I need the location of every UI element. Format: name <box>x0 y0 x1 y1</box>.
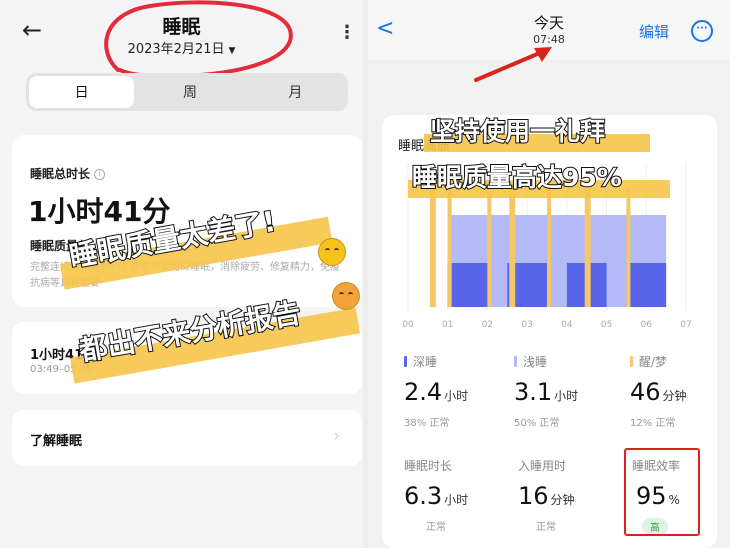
x-tick-label: 06 <box>641 320 653 330</box>
deep-value: 2.4 <box>404 378 443 406</box>
total-label: 睡眠总时长 <box>30 167 91 181</box>
overlay-caption-4: 睡眠质量高达95% <box>411 162 623 193</box>
right-screenshot: < 今天 07:48 编辑 ··· 睡眠高质 0001020304050607 … <box>368 0 730 548</box>
angry-emoji-icon <box>332 282 360 310</box>
date-selector[interactable]: 2023年2月21日 ▼ <box>0 38 363 57</box>
x-tick-label: 05 <box>601 320 612 330</box>
stat-fall-asleep: 入睡用时 16 分钟 正常 <box>518 457 628 533</box>
deep-label: 深睡 <box>413 355 438 369</box>
fall-asleep-value: 16 <box>518 482 549 510</box>
rem-unit: 分钟 <box>662 389 687 403</box>
date-text: 2023年2月21日 <box>127 42 225 57</box>
light-value: 3.1 <box>514 378 553 406</box>
chevron-right-icon: › <box>333 426 340 445</box>
edit-button[interactable]: 编辑 <box>639 21 669 42</box>
learn-sleep-card[interactable]: 了解睡眠 › <box>12 410 362 466</box>
caret-down-icon: ▼ <box>228 46 236 56</box>
duration-label: 睡眠时长 <box>404 459 453 473</box>
red-box-annotation <box>624 448 700 536</box>
stat-rem: 醒/梦 46 分钟 12% 正常 <box>630 353 730 429</box>
rem-bar <box>626 187 631 307</box>
deep-sleep-bar <box>626 263 667 307</box>
rem-bar <box>547 187 551 307</box>
rem-legend-swatch <box>630 356 633 367</box>
rem-bar <box>584 187 591 307</box>
x-tick-label: 01 <box>442 320 453 330</box>
rem-bar <box>447 187 452 307</box>
stat-duration: 睡眠时长 6.3 小时 正常 <box>404 457 514 533</box>
total-label-row: 睡眠总时长 i <box>30 165 106 182</box>
rem-sub: 12% 正常 <box>630 418 676 429</box>
rem-bar <box>429 187 436 307</box>
x-tick-label: 04 <box>561 320 573 330</box>
rem-bar <box>487 187 492 307</box>
deep-legend-swatch <box>404 356 407 367</box>
x-tick-label: 03 <box>521 320 532 330</box>
stat-deep: 深睡 2.4 小时 38% 正常 <box>404 353 514 429</box>
deep-sub: 38% 正常 <box>404 418 450 429</box>
info-icon[interactable]: i <box>94 169 106 180</box>
laughing-emoji-icon <box>318 238 346 266</box>
period-tabs: 日 周 月 <box>26 73 348 111</box>
light-unit: 小时 <box>554 389 579 403</box>
duration-value: 6.3 <box>404 482 443 510</box>
light-sub: 50% 正常 <box>514 418 560 429</box>
more-horizontal-icon[interactable]: ··· <box>691 20 713 42</box>
x-tick-label: 00 <box>402 320 414 330</box>
x-tick-label: 02 <box>482 320 493 330</box>
overlay-caption-3: 坚持使用一礼拜 <box>429 116 606 147</box>
page-title: 睡眠 <box>162 16 201 38</box>
light-label: 浅睡 <box>523 355 548 369</box>
fall-asleep-label: 入睡用时 <box>518 459 567 473</box>
deep-unit: 小时 <box>444 389 469 403</box>
left-screenshot: ← 睡眠 2023年2月21日 ▼ ⋮ 日 周 月 睡眠总时长 i 1小时41分 睡… <box>0 0 363 548</box>
deep-sleep-bar <box>447 263 488 307</box>
time-label: 07:48 <box>533 33 565 46</box>
learn-sleep-label: 了解睡眠 <box>30 434 83 449</box>
duration-unit: 小时 <box>444 493 469 507</box>
duration-sub: 正常 <box>426 522 446 533</box>
fall-asleep-unit: 分钟 <box>550 493 575 507</box>
tab-month[interactable]: 月 <box>243 73 348 111</box>
fall-asleep-sub: 正常 <box>536 522 556 533</box>
tab-week[interactable]: 周 <box>137 73 242 111</box>
light-legend-swatch <box>514 356 517 367</box>
rem-value: 46 <box>630 378 661 406</box>
rem-label: 醒/梦 <box>639 355 668 369</box>
tab-day[interactable]: 日 <box>29 76 135 108</box>
page-title: 今天 <box>533 14 564 32</box>
stat-light: 浅睡 3.1 小时 50% 正常 <box>514 353 624 429</box>
more-vertical-icon[interactable]: ⋮ <box>338 22 356 43</box>
x-tick-label: 07 <box>680 320 691 330</box>
rem-bar <box>509 187 516 307</box>
